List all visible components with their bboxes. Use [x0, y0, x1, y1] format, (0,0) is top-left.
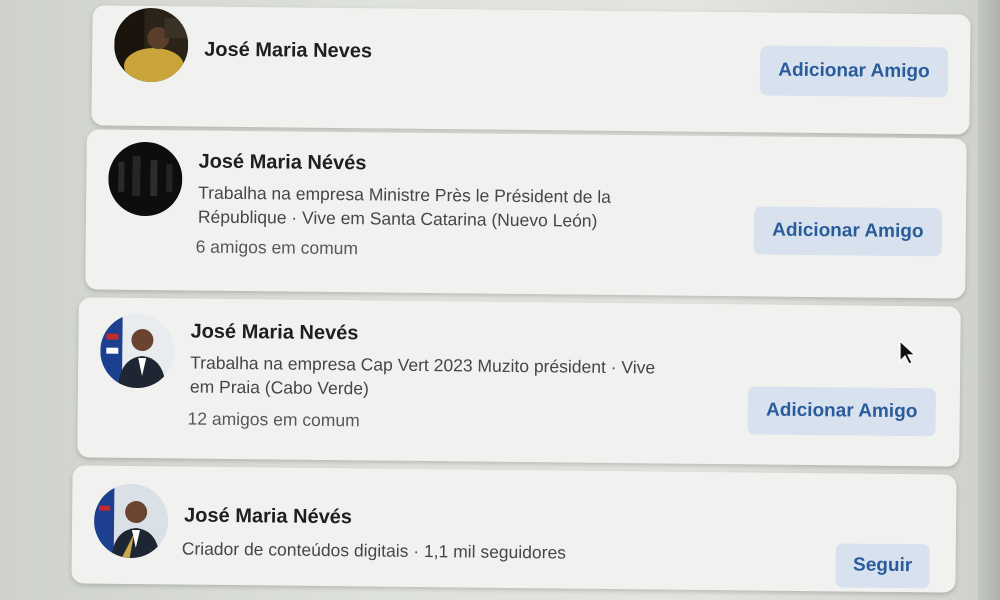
- add-friend-button[interactable]: Adicionar Amigo: [759, 45, 949, 98]
- profile-description: Trabalha na empresa Cap Vert 2023 Muzito…: [190, 351, 750, 405]
- search-result-card[interactable]: José Maria Nevés Trabalha na empresa Cap…: [77, 297, 961, 467]
- profile-avatar[interactable]: [113, 7, 189, 83]
- description-line: Criador de conteúdos digitais · 1,1 mil …: [181, 538, 567, 563]
- screen-bezel: [978, 0, 1000, 600]
- profile-name[interactable]: José Maria Nevés: [190, 321, 358, 346]
- profile-name[interactable]: José Maria Névés: [198, 151, 366, 176]
- description-line: République · Vive em Santa Catarina (Nue…: [197, 206, 598, 231]
- profile-avatar[interactable]: [99, 313, 175, 389]
- mutual-friends[interactable]: 6 amigos em comum: [196, 237, 359, 260]
- mouse-pointer-icon: [899, 340, 916, 365]
- profile-description: Criador de conteúdos digitais · 1,1 mil …: [182, 537, 742, 567]
- profile-name[interactable]: José Maria Neves: [204, 39, 372, 64]
- profile-avatar[interactable]: [107, 141, 183, 217]
- search-result-card[interactable]: José Maria Neves Adicionar Amigo: [91, 5, 971, 135]
- profile-name[interactable]: José Maria Névés: [184, 505, 352, 530]
- profile-description: Trabalha na empresa Ministre Près le Pré…: [198, 181, 738, 235]
- add-friend-button[interactable]: Adicionar Amigo: [747, 386, 936, 437]
- search-result-card[interactable]: José Maria Névés Criador de conteúdos di…: [71, 465, 957, 593]
- add-friend-button[interactable]: Adicionar Amigo: [753, 206, 943, 257]
- mutual-friends[interactable]: 12 amigos em comum: [187, 409, 359, 432]
- search-result-card[interactable]: José Maria Névés Trabalha na empresa Min…: [85, 129, 967, 299]
- profile-avatar[interactable]: [93, 483, 169, 559]
- description-line: em Praia (Cabo Verde): [189, 376, 370, 399]
- follow-button[interactable]: Seguir: [835, 543, 930, 589]
